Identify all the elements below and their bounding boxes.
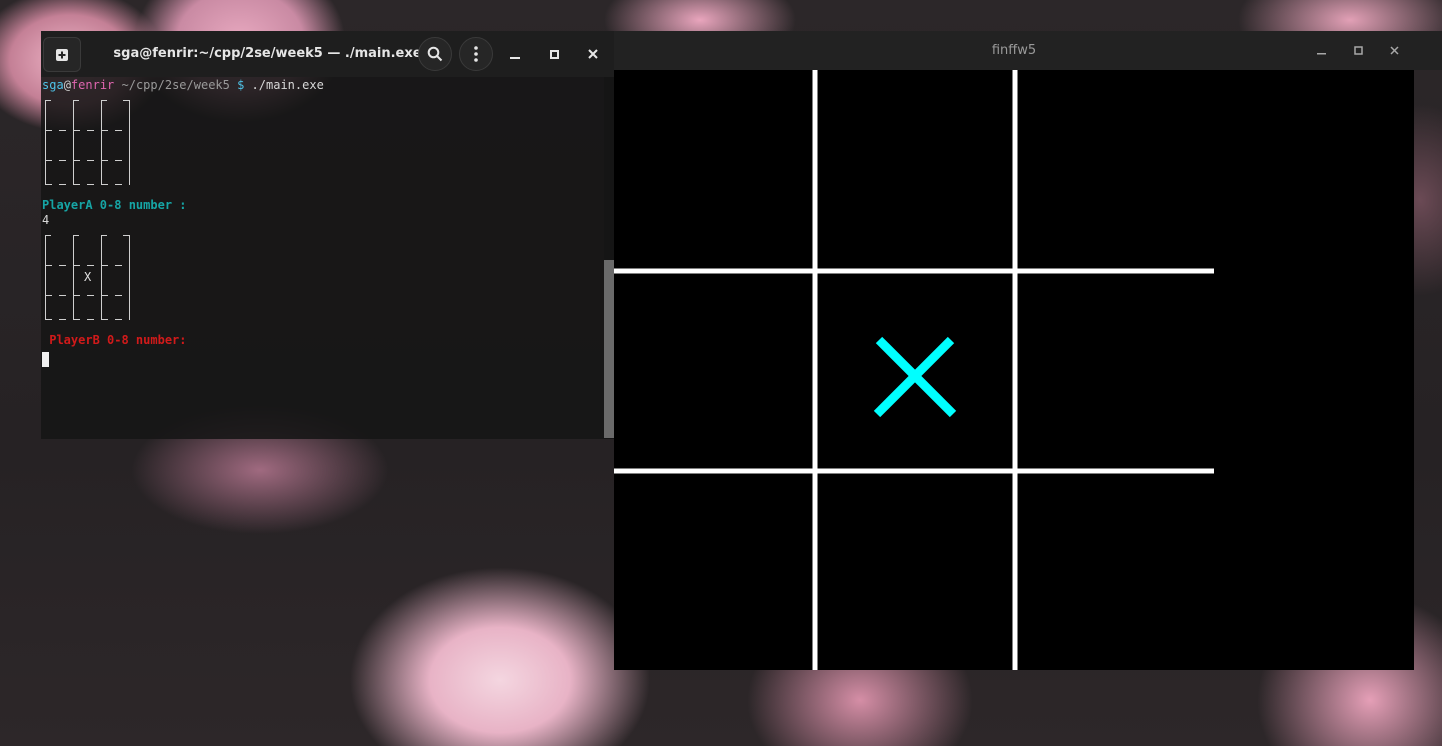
minimize-icon xyxy=(510,57,520,59)
kebab-menu-icon xyxy=(474,46,478,62)
terminal-output[interactable]: sga@fenrir ~/cpp/2se/week5 $ ./main.exe … xyxy=(41,77,601,439)
prompt-command: ./main.exe xyxy=(244,78,324,92)
grid-line-horizontal xyxy=(614,468,1214,474)
playerB-prompt: PlayerB 0-8 number: xyxy=(42,333,187,347)
menu-button[interactable] xyxy=(459,37,493,71)
terminal-maximize-button[interactable] xyxy=(542,42,566,66)
ascii-board-with-move: X xyxy=(45,232,130,320)
terminal-scrollbar-thumb[interactable] xyxy=(604,260,614,438)
terminal-titlebar: sga@fenrir:~/cpp/2se/week5 — ./main.exe xyxy=(41,31,614,77)
ascii-board-empty xyxy=(45,97,130,185)
game-titlebar-extension xyxy=(1414,31,1442,70)
search-icon xyxy=(427,46,443,62)
game-maximize-button[interactable] xyxy=(1347,39,1369,61)
close-icon xyxy=(588,49,598,59)
close-icon xyxy=(1389,45,1399,55)
grid-line-horizontal xyxy=(614,268,1214,274)
prompt-host: fenrir xyxy=(70,78,115,92)
search-button[interactable] xyxy=(418,37,452,71)
tictactoe-canvas[interactable] xyxy=(614,70,1414,670)
game-close-button[interactable] xyxy=(1383,39,1405,61)
game-window: finffw5 xyxy=(614,31,1442,670)
maximize-icon xyxy=(549,49,559,59)
ascii-board-mark: X xyxy=(84,270,92,284)
playerA-input: 4 xyxy=(42,213,50,227)
terminal-minimize-button[interactable] xyxy=(503,42,527,66)
terminal-close-button[interactable] xyxy=(581,42,605,66)
minimize-icon xyxy=(1316,52,1326,54)
playerA-prompt: PlayerA 0-8 number : xyxy=(42,198,187,212)
prompt-at: @ xyxy=(63,78,71,92)
game-minimize-button[interactable] xyxy=(1310,39,1332,61)
maximize-icon xyxy=(1353,45,1363,55)
grid-line-vertical xyxy=(812,70,818,670)
prompt-line: sga@fenrir ~/cpp/2se/week5 $ ./main.exe xyxy=(42,78,324,93)
game-title: finffw5 xyxy=(991,43,1037,58)
grid-line-vertical xyxy=(1012,70,1018,670)
terminal-window: sga@fenrir:~/cpp/2se/week5 — ./main.exe xyxy=(41,31,614,439)
prompt-dollar: $ xyxy=(229,78,245,92)
prompt-user: sga xyxy=(42,78,64,92)
prompt-path: ~/cpp/2se/week5 xyxy=(114,78,230,92)
terminal-cursor xyxy=(42,352,49,367)
